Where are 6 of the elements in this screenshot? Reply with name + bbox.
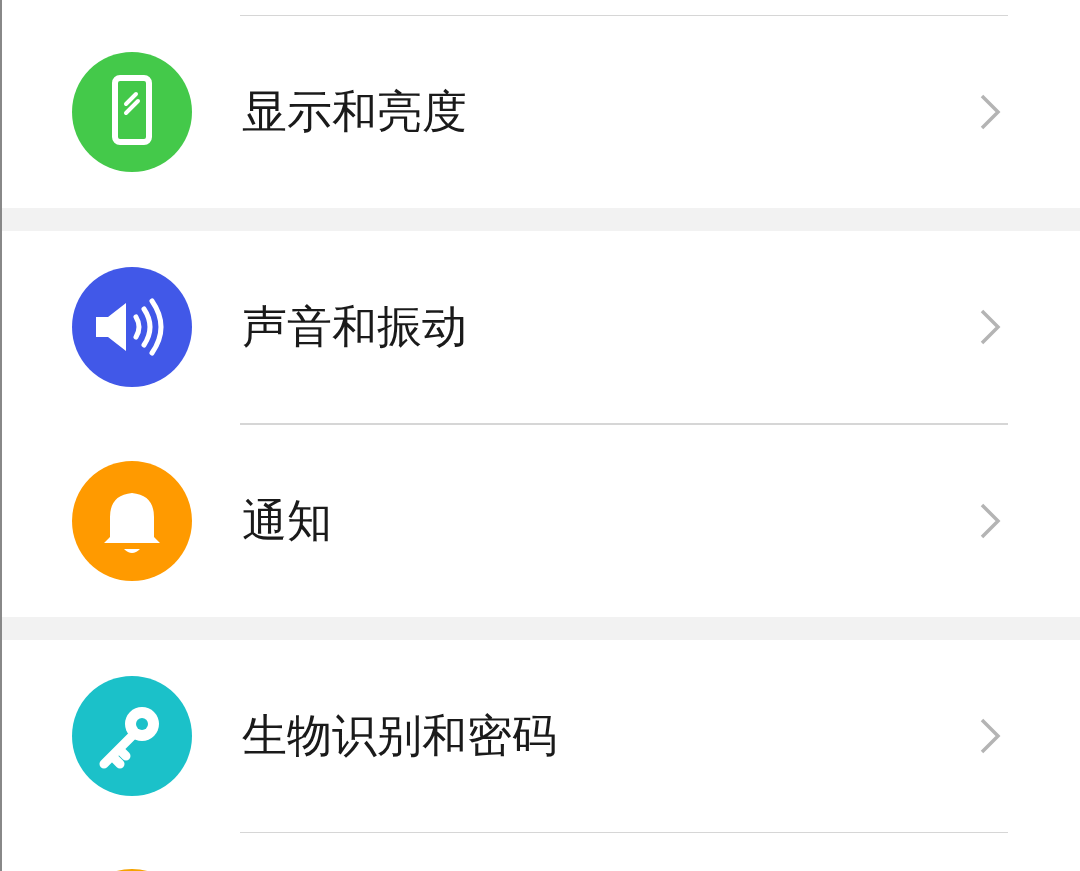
menu-item-label[interactable]: 声音和振动 xyxy=(242,297,978,357)
chevron-icon xyxy=(978,92,1002,132)
chevron-icon xyxy=(978,307,1002,347)
menu-item-label[interactable]: 通知 xyxy=(242,490,978,551)
menu-item-label[interactable]: 生物识别和密码 xyxy=(242,705,978,766)
menu-item-label[interactable]: 显示和亮度 xyxy=(242,82,978,142)
